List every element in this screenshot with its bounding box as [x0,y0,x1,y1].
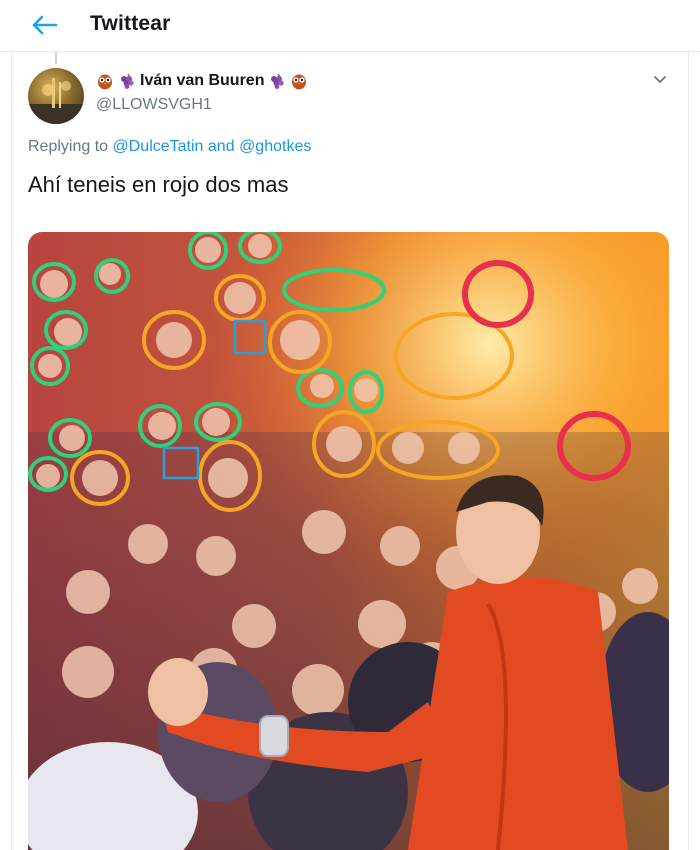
replying-prefix: Replying to [28,138,109,155]
page-title: Twittear [90,12,171,35]
tweet-photo[interactable] [28,232,669,850]
author-row: Iván van Buuren [96,72,308,90]
back-arrow-icon[interactable] [30,12,60,38]
chevron-down-icon[interactable] [652,72,668,88]
grapes-emoji-icon [121,73,134,89]
author-handle[interactable]: @LLOWSVGH1 [96,96,212,114]
grapes-emoji-icon [271,73,285,89]
replying-to-line: Replying to @DulceTatin and @ghotkes [28,138,311,156]
author-display-name[interactable]: Iván van Buuren [140,72,264,90]
avatar[interactable] [28,68,84,124]
owl-emoji-icon [292,74,307,90]
reply-mention-1[interactable]: @DulceTatin [113,138,204,155]
reply-joiner: and [207,138,235,155]
reply-mention-2[interactable]: @ghotkes [239,138,311,155]
tweet-body: Ahí teneis en rojo dos mas [28,172,289,197]
owl-emoji-icon [98,74,112,90]
thread-connector [55,52,57,64]
top-bar: Twittear [0,0,700,52]
